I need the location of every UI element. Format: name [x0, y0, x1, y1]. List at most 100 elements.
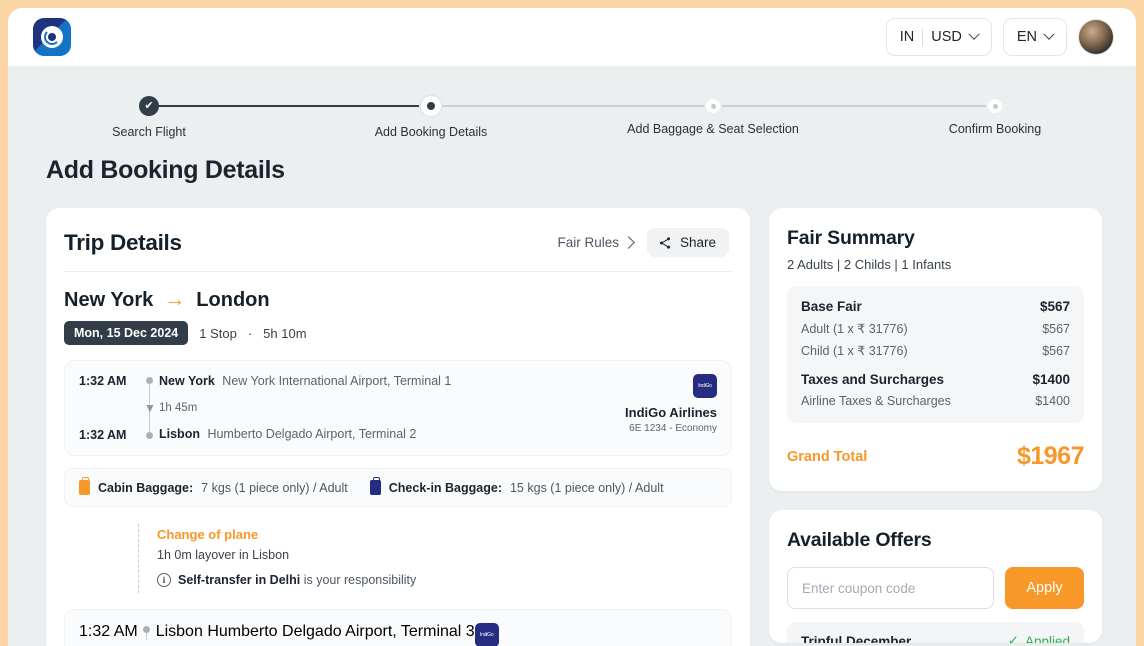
route-line: New York → London	[64, 288, 732, 312]
step-knob-current	[421, 96, 441, 116]
tripful-logo[interactable]	[33, 18, 71, 56]
depart-airport: New York International Airport, Terminal…	[222, 374, 451, 388]
self-transfer-bold: Self-transfer in Delhi	[178, 573, 300, 587]
page-title: Add Booking Details	[8, 144, 1136, 185]
chevron-down-icon	[1043, 29, 1054, 40]
segment2-times: 1:32 AM	[79, 623, 138, 646]
leg-duration: 1h 45m	[159, 402, 577, 414]
fare-label: Base Fair	[801, 299, 862, 314]
offer-status-label: Applied	[1025, 634, 1070, 644]
grand-total-label: Grand Total	[787, 449, 867, 465]
share-button[interactable]: Share	[647, 228, 729, 257]
destination-city: London	[196, 289, 269, 312]
step-label: Add Baggage & Seat Selection	[572, 122, 854, 136]
step-knob-done: ✔	[139, 96, 159, 116]
apply-coupon-button[interactable]: Apply	[1005, 567, 1084, 609]
app-frame: IN USD EN ✔ Search Flight	[8, 8, 1136, 646]
depart-time: 1:32 AM	[79, 374, 141, 388]
step-knob-todo	[706, 99, 720, 113]
airline-logo-icon: IndiGo	[693, 374, 717, 398]
step-label: Confirm Booking	[854, 122, 1136, 136]
stops-count: 1 Stop	[199, 326, 237, 341]
fare-row-taxes: Taxes and Surcharges $1400	[801, 372, 1070, 387]
offer-status: ✓ Applied	[1008, 633, 1070, 643]
airline-name: IndiGo Airlines	[577, 405, 717, 420]
offer-name: Tripful December	[801, 634, 911, 644]
arrive-airport: Humberto Delgado Airport, Terminal 2	[207, 427, 416, 441]
region-code: IN	[900, 29, 915, 45]
step-add-baggage-seat[interactable]: Add Baggage & Seat Selection	[572, 96, 854, 139]
airline-logo-icon: IndiGo	[475, 623, 499, 646]
step-label: Add Booking Details	[290, 125, 572, 139]
fare-row-adult: Adult (1 x ₹ 31776) $567	[801, 321, 1070, 336]
baggage-row: Cabin Baggage: 7 kgs (1 piece only) / Ad…	[64, 468, 732, 507]
checkin-baggage: Check-in Baggage: 15 kgs (1 piece only) …	[370, 480, 664, 495]
segment2-info: Lisbon Humberto Delgado Airport, Termina…	[156, 623, 475, 646]
header-controls: IN USD EN	[886, 18, 1114, 56]
divider	[922, 29, 923, 46]
arrive-time: 1:32 AM	[79, 428, 141, 442]
currency-selector[interactable]: IN USD	[886, 18, 992, 56]
route-summary: New York → London Mon, 15 Dec 2024 1 Sto…	[46, 272, 750, 345]
fair-summary-title: Fair Summary	[787, 227, 1084, 250]
coupon-input[interactable]	[787, 567, 994, 609]
fair-rules-link[interactable]: Fair Rules	[557, 235, 633, 250]
info-icon: i	[157, 573, 171, 587]
depart-city: Lisbon	[156, 623, 203, 640]
step-search-flight[interactable]: ✔ Search Flight	[8, 96, 290, 139]
self-transfer-note: i Self-transfer in Delhi is your respons…	[157, 573, 732, 587]
cabin-baggage-icon	[79, 480, 90, 495]
currency-code: USD	[931, 29, 962, 45]
self-transfer-text: Self-transfer in Delhi is your responsib…	[178, 573, 416, 587]
trip-details-header: Trip Details Fair Rules	[46, 208, 750, 257]
language-selector[interactable]: EN	[1003, 18, 1067, 56]
fare-value: $567	[1040, 299, 1070, 314]
airline-block: IndiGo IndiGo Airlines 6E 1234 - Economy	[577, 374, 717, 442]
trip-details-title: Trip Details	[64, 230, 182, 256]
booking-stepper: ✔ Search Flight Add Booking Details Add …	[8, 66, 1136, 144]
main-content: Trip Details Fair Rules	[8, 185, 1136, 646]
available-offers-card: Available Offers Apply Tripful December …	[769, 510, 1102, 643]
total-duration: 5h 10m	[263, 326, 306, 341]
logo-dot	[48, 33, 56, 41]
segment-info: New York New York International Airport,…	[159, 374, 577, 442]
fare-breakdown-box: Base Fair $567 Adult (1 x ₹ 31776) $567 …	[787, 286, 1084, 423]
segment-times: 1:32 AM 1:32 AM	[79, 374, 141, 442]
fare-row-base: Base Fair $567	[801, 299, 1070, 314]
fare-value: $567	[1042, 322, 1070, 336]
layover-block: Change of plane 1h 0m layover in Lisbon …	[138, 524, 732, 593]
step-add-booking-details[interactable]: Add Booking Details	[290, 96, 572, 139]
flight-segment-2: 1:32 AM Lisbon Humberto Delgado Airport,…	[64, 609, 732, 646]
avatar[interactable]	[1078, 19, 1114, 55]
step-knob-todo	[988, 99, 1002, 113]
right-column: Fair Summary 2 Adults | 2 Childs | 1 Inf…	[769, 208, 1102, 643]
depart-airport: Humberto Delgado Airport, Terminal 3	[207, 623, 474, 640]
segment-rail: ▼	[141, 374, 159, 442]
step-label: Search Flight	[8, 125, 290, 139]
check-icon: ✔	[144, 101, 153, 112]
step-confirm-booking[interactable]: Confirm Booking	[854, 96, 1136, 139]
fare-value: $1400	[1035, 394, 1070, 408]
fare-label: Taxes and Surcharges	[801, 372, 944, 387]
separator-dot: ·	[248, 326, 252, 341]
departure-date-badge: Mon, 15 Dec 2024	[64, 321, 188, 345]
arrive-city: Lisbon	[159, 427, 200, 441]
fare-label: Airline Taxes & Surcharges	[801, 394, 951, 408]
fare-value: $567	[1042, 344, 1070, 358]
fare-label: Adult (1 x ₹ 31776)	[801, 321, 908, 336]
external-link-icon	[622, 236, 635, 249]
check-icon: ✓	[1008, 633, 1019, 643]
checkin-baggage-value: 15 kgs (1 piece only) / Adult	[510, 481, 664, 495]
segment2-rail	[138, 623, 156, 646]
available-offers-title: Available Offers	[787, 529, 1084, 552]
arrive-row: Lisbon Humberto Delgado Airport, Termina…	[159, 427, 577, 441]
arrow-right-icon: →	[164, 288, 185, 312]
rail-dot-depart	[143, 626, 150, 633]
offer-item[interactable]: Tripful December ✓ Applied	[787, 622, 1084, 643]
depart-time: 1:32 AM	[79, 623, 138, 641]
fair-summary-card: Fair Summary 2 Adults | 2 Childs | 1 Inf…	[769, 208, 1102, 491]
fair-rules-label: Fair Rules	[557, 235, 619, 250]
share-icon	[658, 236, 672, 250]
depart-row: Lisbon Humberto Delgado Airport, Termina…	[156, 623, 475, 641]
rail-dot-arrive	[146, 432, 153, 439]
